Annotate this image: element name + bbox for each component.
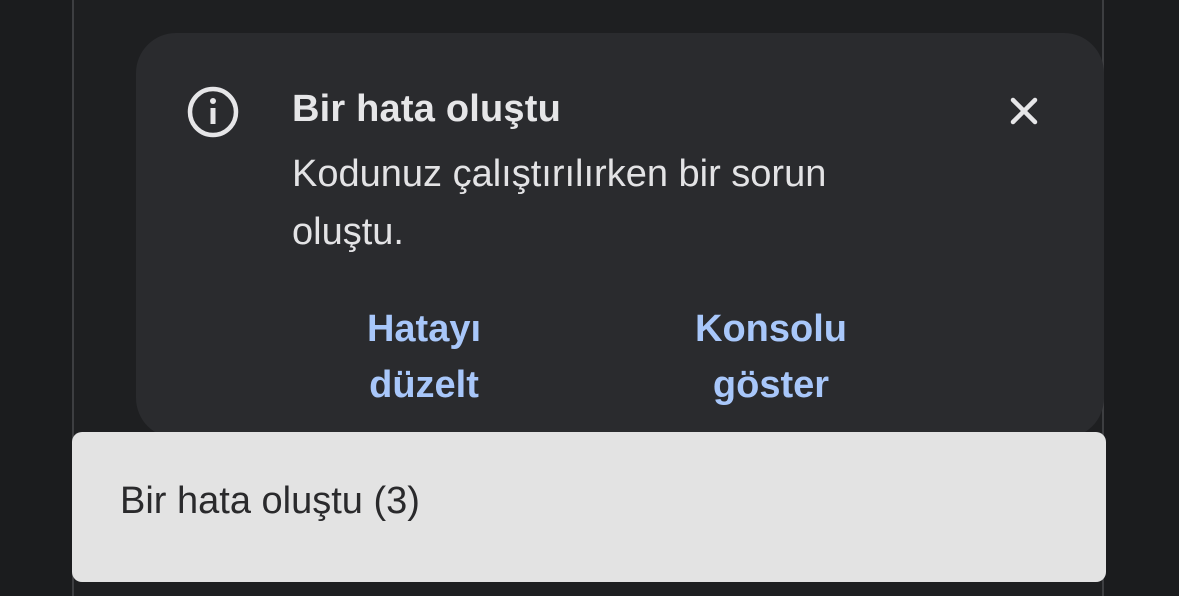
snackbar-text: Bir hata oluştu (3): [120, 480, 420, 522]
close-icon[interactable]: [1002, 89, 1046, 133]
show-console-label-line2: göster: [712, 364, 830, 406]
fix-error-label-line1: Hatayı: [366, 308, 482, 350]
show-console-label-line1: Konsolu: [695, 308, 847, 350]
dialog-message: Kodunuz çalıştırılırken bir sorun oluştu…: [292, 153, 827, 253]
dialog-title: Bir hata oluştu: [292, 88, 562, 130]
error-snackbar[interactable]: Bir hata oluştu (3): [72, 432, 1106, 582]
info-icon: [187, 86, 239, 138]
show-console-button[interactable]: Konsolu göster: [681, 301, 861, 413]
error-dialog: Bir hata oluştu Kodunuz çalıştırılırken …: [136, 33, 1104, 438]
fix-error-button[interactable]: Hatayı düzelt: [334, 301, 514, 413]
fix-error-label-line2: düzelt: [369, 364, 479, 406]
